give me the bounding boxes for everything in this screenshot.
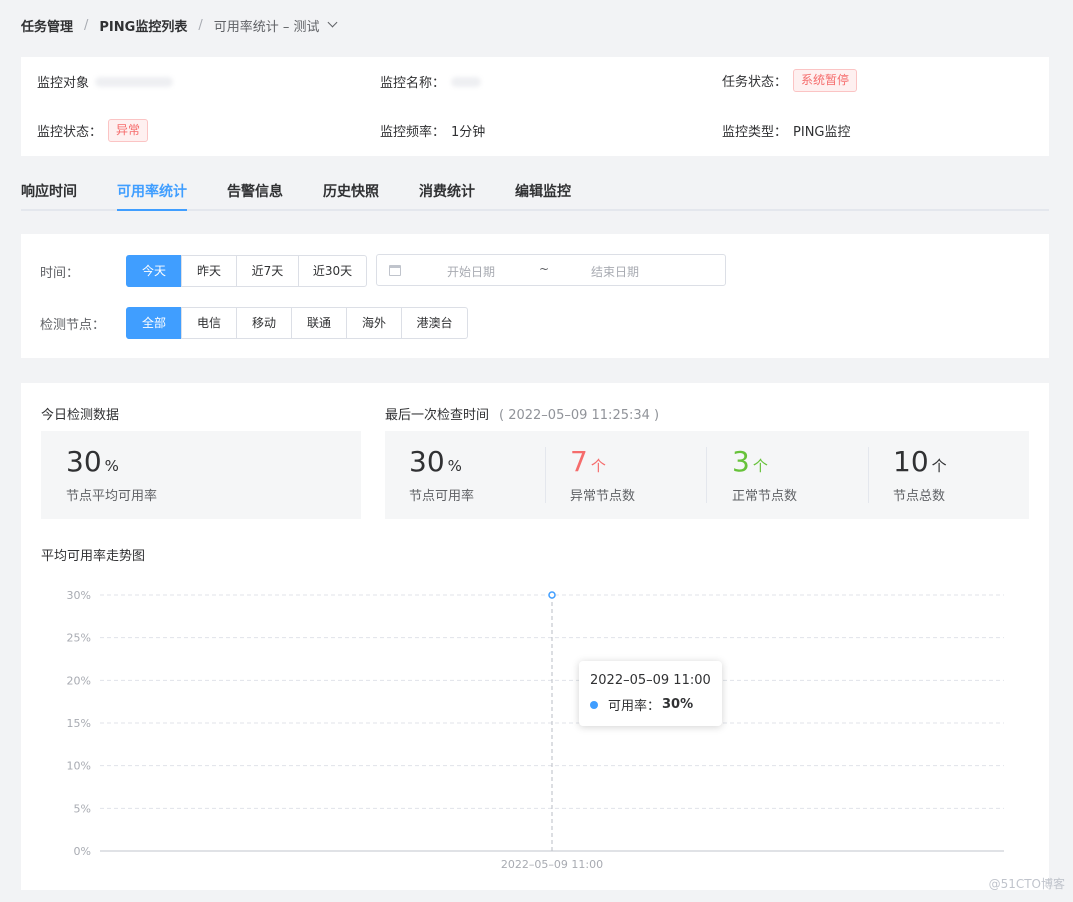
calendar-icon bbox=[389, 265, 401, 276]
node-filter-label: 检测节点： bbox=[40, 318, 106, 333]
data-point bbox=[548, 591, 556, 599]
redacted-value bbox=[95, 76, 174, 87]
node-overseas-button[interactable]: 海外 bbox=[346, 307, 402, 339]
breadcrumb-current[interactable]: 可用率统计 – 测试 bbox=[214, 16, 320, 35]
tab-response-time[interactable]: 响应时间 bbox=[21, 181, 77, 201]
node-telecom-button[interactable]: 电信 bbox=[181, 307, 237, 339]
tooltip-value: 30% bbox=[662, 697, 694, 712]
time-filter-label: 时间： bbox=[40, 266, 80, 281]
info-label: 监控对象 bbox=[37, 76, 90, 91]
y-tick-label: 10% bbox=[67, 760, 91, 773]
tooltip-row: 可用率： 30% bbox=[590, 695, 693, 714]
tooltip-label: 可用率： bbox=[608, 699, 661, 714]
breadcrumb-task-management[interactable]: 任务管理 bbox=[21, 16, 73, 35]
info-task-status: 任务状态： 系统暂停 bbox=[722, 69, 858, 92]
y-tick-label: 20% bbox=[67, 674, 91, 687]
info-label: 监控频率： bbox=[380, 125, 446, 140]
y-tick-label: 15% bbox=[67, 717, 91, 730]
info-label: 监控状态： bbox=[37, 125, 103, 140]
date-range-separator: ~ bbox=[539, 262, 550, 276]
tab-history-snapshots[interactable]: 历史快照 bbox=[323, 181, 379, 201]
tab-bar: 响应时间 可用率统计 告警信息 历史快照 消费统计 编辑监控 bbox=[21, 172, 1049, 211]
redacted-value bbox=[451, 76, 482, 87]
time-yesterday-button[interactable]: 昨天 bbox=[181, 255, 237, 287]
series-dot-icon bbox=[590, 700, 598, 709]
monitor-status-badge: 异常 bbox=[108, 119, 149, 142]
tooltip-time: 2022–05–09 11:00 bbox=[590, 673, 711, 688]
monitor-info-card: 监控对象 监控名称： 任务状态： 系统暂停 监控状态： 异常 监控频率： 1分钟… bbox=[21, 57, 1049, 156]
watermark: @51CTO博客 bbox=[988, 877, 1065, 891]
node-group: 全部 电信 移动 联通 海外 港澳台 bbox=[126, 307, 468, 339]
info-value: 1分钟 bbox=[451, 125, 486, 140]
node-all-button[interactable]: 全部 bbox=[126, 307, 182, 339]
info-label: 监控类型： bbox=[722, 125, 788, 140]
info-frequency: 监控频率： 1分钟 bbox=[380, 121, 485, 140]
breadcrumb: 任务管理 / PING监控列表 / 可用率统计 – 测试 bbox=[21, 14, 338, 36]
time-7days-button[interactable]: 近7天 bbox=[236, 255, 299, 287]
breadcrumb-separator: / bbox=[84, 17, 89, 33]
node-mobile-button[interactable]: 移动 bbox=[236, 307, 292, 339]
y-tick-label: 30% bbox=[67, 589, 91, 602]
tab-consumption-stats[interactable]: 消费统计 bbox=[419, 181, 475, 201]
time-today-button[interactable]: 今天 bbox=[126, 255, 182, 287]
info-label: 监控名称： bbox=[380, 76, 446, 91]
time-30days-button[interactable]: 近30天 bbox=[298, 255, 367, 287]
chevron-down-icon[interactable] bbox=[328, 17, 338, 27]
chart-tooltip: 2022–05–09 11:00 可用率： 30% bbox=[579, 661, 722, 726]
info-monitor-status: 监控状态： 异常 bbox=[37, 119, 149, 142]
availability-trend-chart[interactable]: 0% 5% 10% 15% 20% 25% 30% 2022–05–09 11:00 bbox=[21, 383, 1049, 890]
start-date-input[interactable]: 开始日期 bbox=[447, 263, 495, 280]
info-monitor-type: 监控类型： PING监控 bbox=[722, 121, 851, 140]
end-date-input[interactable]: 结束日期 bbox=[591, 263, 639, 280]
node-hk-macao-tw-button[interactable]: 港澳台 bbox=[401, 307, 468, 339]
tab-edit-monitor[interactable]: 编辑监控 bbox=[515, 181, 571, 201]
filter-card: 时间： 今天 昨天 近7天 近30天 开始日期 ~ 结束日期 检测节点： 全部 … bbox=[21, 234, 1049, 358]
info-monitor-target: 监控对象 bbox=[37, 72, 174, 91]
tab-alerts[interactable]: 告警信息 bbox=[227, 181, 283, 201]
task-status-badge: 系统暂停 bbox=[793, 69, 858, 92]
y-tick-label: 25% bbox=[67, 632, 91, 645]
tab-availability-stats[interactable]: 可用率统计 bbox=[117, 181, 187, 201]
date-range-picker[interactable]: 开始日期 ~ 结束日期 bbox=[376, 254, 726, 286]
info-label: 任务状态： bbox=[722, 75, 788, 90]
info-value: PING监控 bbox=[793, 125, 851, 140]
info-monitor-name: 监控名称： bbox=[380, 72, 482, 91]
time-range-group: 今天 昨天 近7天 近30天 bbox=[126, 255, 367, 287]
breadcrumb-separator: / bbox=[198, 17, 203, 33]
active-tab-indicator bbox=[117, 209, 187, 211]
stats-card: 今日检测数据 最后一次检查时间( 2022–05–09 11:25:34 ) 3… bbox=[21, 383, 1049, 890]
y-tick-label: 0% bbox=[74, 845, 91, 858]
node-unicom-button[interactable]: 联通 bbox=[291, 307, 347, 339]
y-tick-label: 5% bbox=[74, 802, 91, 815]
breadcrumb-ping-list[interactable]: PING监控列表 bbox=[99, 16, 187, 35]
x-tick-label: 2022–05–09 11:00 bbox=[501, 858, 603, 871]
